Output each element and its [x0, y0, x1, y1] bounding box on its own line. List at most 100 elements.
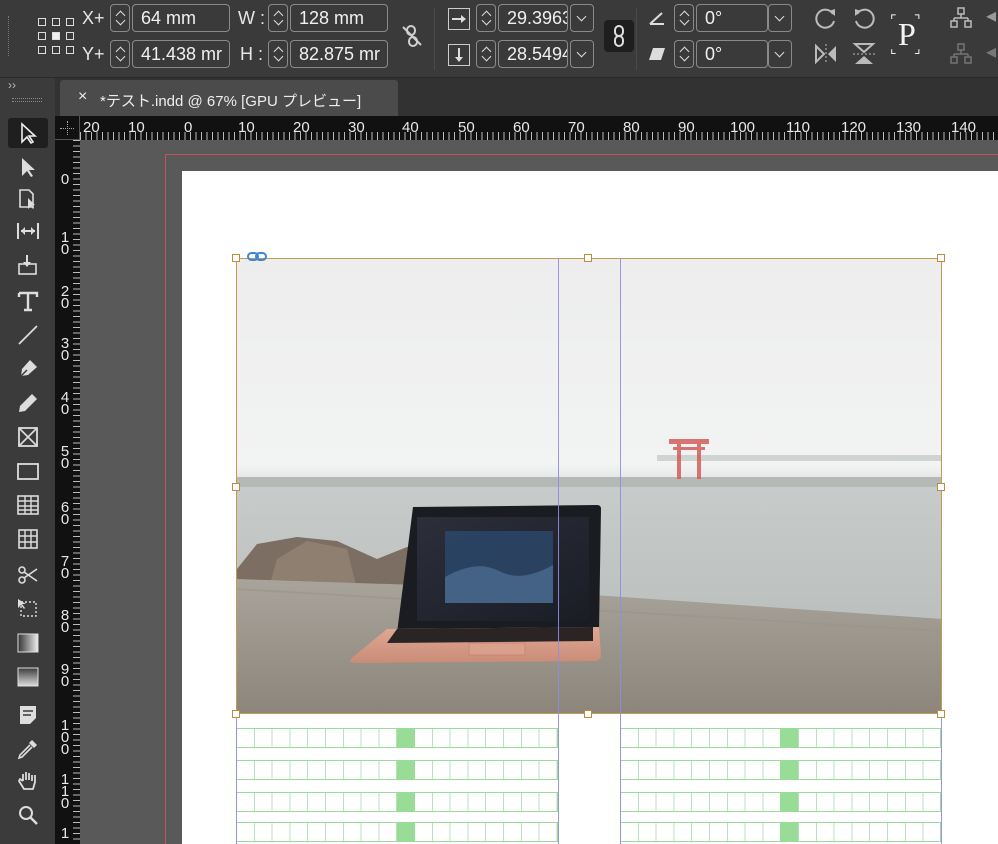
rotation-dropdown[interactable] — [768, 4, 792, 32]
select-previous-icon[interactable]: ◂ — [984, 6, 998, 26]
ruler-number: 0 — [184, 119, 193, 136]
ruler-origin[interactable] — [55, 116, 80, 140]
scale-x-field[interactable]: 29.3963 — [498, 4, 568, 32]
ruler-number: 60 — [513, 119, 530, 136]
h-field[interactable]: 82.875 mr — [290, 40, 388, 68]
gap-tool[interactable] — [8, 216, 48, 246]
rotate-counterclockwise-icon[interactable] — [850, 6, 878, 34]
constrain-proportions-icon[interactable] — [400, 24, 424, 52]
content-collector-tool[interactable] — [8, 250, 48, 280]
ruler-number: 80 — [60, 607, 70, 636]
hand-tool[interactable] — [8, 766, 48, 796]
ruler-number: 60 — [60, 499, 70, 528]
gradient-feather-tool[interactable] — [8, 662, 48, 692]
table-tool-2[interactable] — [8, 524, 48, 554]
flip-vertical-icon[interactable] — [850, 42, 878, 70]
resize-handle-left[interactable] — [232, 483, 240, 491]
zoom-tool[interactable] — [8, 800, 48, 830]
resize-handle-bottom-left[interactable] — [232, 710, 240, 718]
rectangle-frame-tool[interactable] — [8, 422, 48, 452]
vertical-ruler[interactable]: 0 10 20 30 40 50 60 70 80 90 100 110 1 — [55, 140, 80, 844]
ruler-number: 30 — [348, 119, 365, 136]
grid-cell-highlight — [397, 792, 415, 812]
toolbox-grip[interactable] — [12, 98, 42, 102]
margin-guide[interactable] — [236, 714, 237, 844]
shear-dropdown[interactable] — [768, 40, 792, 68]
w-field[interactable]: 128 mm — [290, 4, 388, 32]
ruler-number: 10 — [60, 229, 70, 258]
pen-tool[interactable] — [8, 354, 48, 384]
ruler-number: 40 — [60, 389, 70, 418]
expand-panel-toggle[interactable]: ›› — [8, 78, 16, 92]
indesign-window: X+ 64 mm Y+ 41.438 mr W : 128 mm H : 82.… — [0, 0, 998, 844]
ruler-number: 130 — [896, 119, 922, 136]
ruler-number: 90 — [678, 119, 695, 136]
shear-field[interactable]: 0° — [696, 40, 768, 68]
rectangle-tool[interactable] — [8, 456, 48, 486]
scale-y-stepper[interactable] — [476, 40, 496, 68]
ruler-number: 10 — [238, 119, 255, 136]
page-tool[interactable] — [8, 184, 48, 214]
select-container-icon[interactable] — [948, 6, 974, 34]
w-stepper[interactable] — [268, 4, 288, 32]
ruler-number: 30 — [60, 335, 70, 364]
scale-x-stepper[interactable] — [476, 4, 496, 32]
rotate-clockwise-icon[interactable] — [812, 6, 840, 34]
resize-handle-bottom[interactable] — [584, 710, 592, 718]
y-field[interactable]: 41.438 mr — [132, 40, 230, 68]
x-stepper[interactable] — [110, 4, 130, 32]
resize-handle-bottom-right[interactable] — [937, 710, 945, 718]
column-guide[interactable] — [620, 258, 621, 844]
link-icon[interactable] — [246, 250, 268, 264]
rotation-stepper[interactable] — [674, 4, 694, 32]
y-stepper[interactable] — [110, 40, 130, 68]
resize-handle-top[interactable] — [584, 254, 592, 262]
ruler-number: 20 — [83, 119, 100, 136]
scale-x-dropdown[interactable] — [570, 4, 594, 32]
panel-grip[interactable] — [8, 16, 10, 56]
gradient-swatch-tool[interactable] — [8, 628, 48, 658]
reference-point-selector[interactable] — [38, 18, 74, 54]
resize-handle-top-left[interactable] — [232, 254, 240, 262]
select-next-icon[interactable]: ◂ — [984, 42, 998, 62]
tab-title[interactable]: *テスト.indd @ 67% [GPU プレビュー] — [100, 90, 361, 111]
horizontal-ruler[interactable]: 20 10 0 10 20 30 40 50 60 70 80 90 100 110 120 130 140 — [80, 116, 998, 140]
constrain-scale-button[interactable] — [604, 20, 634, 52]
pencil-tool[interactable] — [8, 388, 48, 418]
chain-link-icon — [614, 25, 624, 47]
rotation-field[interactable]: 0° — [696, 4, 768, 32]
line-tool[interactable] — [8, 320, 48, 350]
eyedropper-tool[interactable] — [8, 734, 48, 764]
ruler-number: 70 — [60, 553, 70, 582]
x-field[interactable]: 64 mm — [132, 4, 230, 32]
ruler-number: 120 — [841, 119, 867, 136]
scissors-tool[interactable] — [8, 560, 48, 590]
note-tool[interactable] — [8, 700, 48, 730]
ruler-number: 70 — [568, 119, 585, 136]
type-tool[interactable] — [8, 286, 48, 316]
margin-guide[interactable] — [941, 714, 942, 844]
grid-cell-highlight — [397, 822, 415, 842]
selection-tool[interactable] — [8, 118, 48, 148]
ruler-number: 10 — [128, 119, 145, 136]
image-frame[interactable] — [236, 258, 942, 714]
h-stepper[interactable] — [268, 40, 288, 68]
free-transform-tool[interactable] — [8, 594, 48, 624]
table-tool[interactable] — [8, 490, 48, 520]
grid-cell-highlight — [397, 728, 415, 748]
scale-y-dropdown[interactable] — [570, 40, 594, 68]
ruler-number: 20 — [293, 119, 310, 136]
select-content-icon[interactable] — [948, 42, 974, 70]
flip-horizontal-icon[interactable] — [812, 42, 840, 70]
resize-handle-right[interactable] — [937, 483, 945, 491]
proxy-type-button[interactable]: ⌜ ⌝ P ⌞ ⌟ — [888, 12, 928, 58]
shear-stepper[interactable] — [674, 40, 694, 68]
column-guide[interactable] — [558, 258, 559, 844]
tab-close-icon[interactable]: × — [78, 88, 87, 106]
scale-y-field[interactable]: 28.5494 — [498, 40, 568, 68]
h-label: H : — [240, 44, 264, 64]
ruler-number: 1 — [60, 825, 70, 842]
direct-selection-tool[interactable] — [8, 152, 48, 182]
resize-handle-top-right[interactable] — [937, 254, 945, 262]
toolbox — [0, 116, 55, 844]
